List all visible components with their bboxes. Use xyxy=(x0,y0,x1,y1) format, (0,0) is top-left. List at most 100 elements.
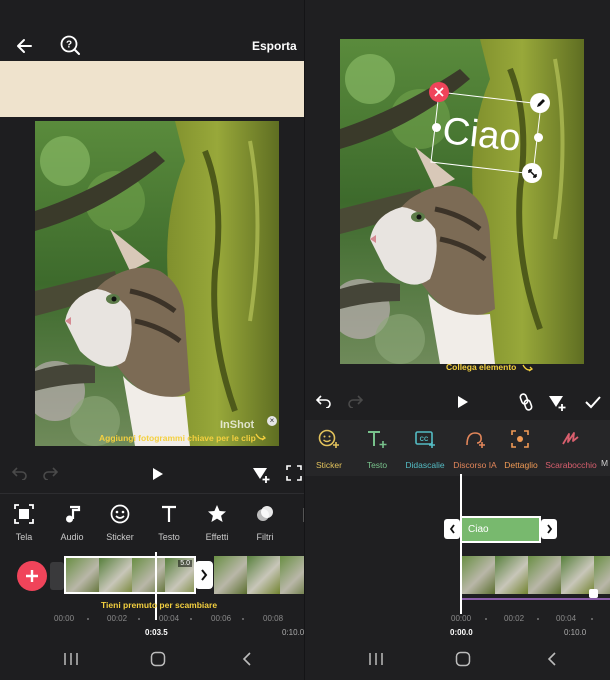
audio-line xyxy=(462,598,610,600)
left-side-handle[interactable] xyxy=(432,123,441,132)
plus-icon xyxy=(26,570,38,582)
detail-icon xyxy=(511,430,529,448)
transition-icon[interactable] xyxy=(589,589,598,598)
tool-sticker[interactable]: Sticker xyxy=(305,428,356,470)
total-time: 0:10.0 xyxy=(564,628,587,637)
curved-arrow-icon xyxy=(255,433,267,441)
tick-label: 00:02 xyxy=(504,614,525,623)
tool-label: Sticker xyxy=(316,460,342,470)
link-icon xyxy=(519,393,533,411)
tick-label: 00:06 xyxy=(211,614,232,623)
redo-button[interactable] xyxy=(40,464,60,482)
tick-label: 00:04 xyxy=(159,614,180,623)
text-plus-icon xyxy=(368,431,387,448)
play-icon xyxy=(458,396,468,408)
tool-effetti[interactable]: Effetti xyxy=(193,503,241,542)
tick-dot xyxy=(591,618,593,620)
system-nav-bar xyxy=(0,640,305,680)
tool-label: Testo xyxy=(158,532,180,542)
next-clip[interactable] xyxy=(214,556,305,594)
home-icon xyxy=(150,651,166,667)
tick-label: 00:04 xyxy=(556,614,577,623)
tool-filtri[interactable]: Filtri xyxy=(241,503,289,542)
back-button[interactable] xyxy=(12,34,36,58)
add-keyframe-button[interactable] xyxy=(250,463,272,485)
confirm-button[interactable] xyxy=(583,392,603,412)
tick-label: 00:00 xyxy=(451,614,472,623)
video-track[interactable] xyxy=(462,556,610,594)
inshot-watermark: InShot xyxy=(220,419,255,431)
svg-text:?: ? xyxy=(66,40,72,51)
chevron-left-icon xyxy=(242,652,251,666)
undo-button[interactable] xyxy=(10,464,30,482)
fullscreen-button[interactable] xyxy=(285,464,303,482)
recents-button[interactable] xyxy=(60,648,82,670)
play-button[interactable] xyxy=(452,392,472,412)
nav-back-button[interactable] xyxy=(541,648,563,670)
tick-dot xyxy=(190,618,192,620)
chevron-left-icon xyxy=(547,652,556,666)
recents-button[interactable] xyxy=(365,648,387,670)
total-time: 0:10.0 xyxy=(282,628,305,637)
add-clip-button[interactable] xyxy=(17,561,47,591)
undo-icon xyxy=(316,395,331,408)
resize-text-button[interactable] xyxy=(522,163,542,183)
tool-testo[interactable]: Testo xyxy=(350,428,404,470)
tool-label: Testo xyxy=(366,460,388,470)
current-time: 0:00.0 xyxy=(450,628,473,637)
tool-sticker[interactable]: Sticker xyxy=(96,503,144,542)
text-clip[interactable]: Ciao xyxy=(460,516,541,543)
ad-banner[interactable] xyxy=(0,61,305,117)
home-button[interactable] xyxy=(452,648,474,670)
tool-label: Tela xyxy=(15,532,33,542)
playhead[interactable] xyxy=(460,474,462,614)
home-icon xyxy=(455,651,471,667)
add-keyframe-button[interactable] xyxy=(546,391,568,413)
redo-button[interactable] xyxy=(345,392,365,410)
text-overlay[interactable]: Ciao xyxy=(441,110,523,161)
delete-text-button[interactable] xyxy=(429,82,449,102)
tool-label: Dettaglio xyxy=(504,460,538,470)
tool-testo[interactable]: Testo xyxy=(145,503,193,542)
undo-button[interactable] xyxy=(314,392,334,410)
tick-dot xyxy=(485,618,487,620)
tool-dettaglio[interactable]: Dettaglio xyxy=(494,428,548,470)
nav-back-button[interactable] xyxy=(236,648,258,670)
text-clip-start-handle[interactable] xyxy=(444,519,460,539)
video-preview[interactable]: InShot xyxy=(35,121,279,446)
star-icon xyxy=(208,505,226,522)
text-clip-end-handle[interactable] xyxy=(541,519,557,539)
tool-label: Didascalie xyxy=(405,460,445,470)
help-button[interactable]: ? xyxy=(58,33,82,57)
tick-label: 00:00 xyxy=(54,614,75,623)
tool-tela[interactable]: Tela xyxy=(0,503,48,542)
edit-text-button[interactable] xyxy=(530,93,550,113)
tick-dot xyxy=(242,618,244,620)
tool-label: Filtri xyxy=(256,532,274,542)
cat-photo: InShot xyxy=(35,121,279,446)
svg-text:CC: CC xyxy=(420,437,429,443)
chevron-left-icon xyxy=(449,524,455,534)
tick-dot xyxy=(537,618,539,620)
clip-start-handle[interactable] xyxy=(50,562,64,590)
tool-more-label[interactable]: M xyxy=(601,458,608,468)
text-icon xyxy=(162,505,176,522)
fullscreen-icon xyxy=(286,465,302,481)
tool-label: Effetti xyxy=(205,532,229,542)
tool-audio[interactable]: Audio xyxy=(48,503,96,542)
play-button[interactable] xyxy=(147,464,167,484)
watermark-close-icon[interactable]: × xyxy=(267,416,277,426)
redo-icon xyxy=(43,467,58,480)
smiley-plus-icon xyxy=(318,429,339,448)
export-button[interactable]: Esporta xyxy=(252,39,297,53)
clip-end-handle[interactable] xyxy=(195,561,213,589)
tool-scarabocchio[interactable]: Scarabocchio xyxy=(544,428,598,470)
link-element-button[interactable] xyxy=(516,392,536,412)
chevron-right-icon xyxy=(546,524,552,534)
canvas-icon xyxy=(14,504,34,524)
selected-clip[interactable]: 5.0 xyxy=(64,556,196,594)
tool-didascalie[interactable]: CC Didascalie xyxy=(398,428,452,470)
smiley-icon xyxy=(110,504,130,524)
right-side-handle[interactable] xyxy=(534,133,543,142)
home-button[interactable] xyxy=(147,648,169,670)
